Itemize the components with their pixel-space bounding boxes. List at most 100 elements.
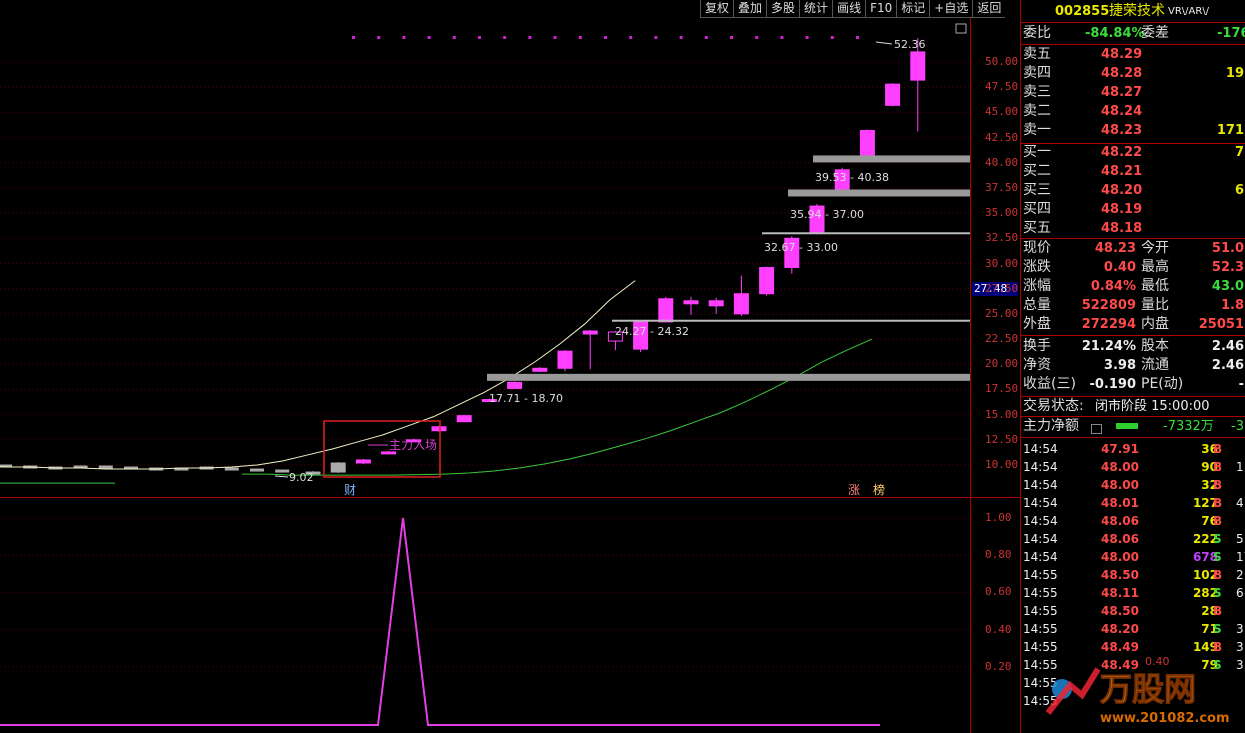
tick-price: 48.50 [1101,568,1139,582]
stats-value: 0.84% [1090,279,1136,294]
toolbar-button[interactable]: 复权 [700,0,734,18]
bang-marker: 榜 [873,482,885,497]
bids-price: 48.20 [1101,183,1143,198]
chart-toolbar: 复权 叠加 多股 统计 画线 F10 标记 +自选 返回 [700,0,1006,18]
fund-value2: 2.46 [1211,339,1244,354]
indicator-chart[interactable] [0,498,970,733]
trade-tick-row: 14:54 47.91 36 B [1021,440,1245,458]
stats-label: 涨幅 [1023,278,1051,294]
tick-price: 48.06 [1101,514,1139,528]
trade-tick-row: 14:55 48.50 28 B [1021,602,1245,620]
bids-label: 买二 [1023,163,1051,179]
trade-tick-row: 14:54 48.06 76 B [1021,512,1245,530]
bids-price: 48.21 [1101,164,1143,179]
low-label: 9.02 [289,471,314,484]
entry-label: 主力入场 [389,438,437,452]
signal-dot [704,36,708,39]
main-net-row[interactable]: 主力净额 -7332万 -3 [1021,417,1245,436]
toolbar-button[interactable]: 标记 [896,0,930,18]
tick-time: 14:54 [1023,550,1058,564]
tick-extra: 4 [1236,496,1244,510]
bids-level[interactable]: 买二 48.21 [1021,162,1245,181]
toolbar-button[interactable]: 多股 [766,0,800,18]
main-net-label: 主力净额 [1023,418,1079,434]
support-zone [788,189,970,197]
asks-level[interactable]: 卖五 48.29 [1021,45,1245,64]
signal-dot [402,36,406,39]
toolbar-button[interactable]: 叠加 [733,0,767,18]
price-tick-label: 40.00 [985,155,1019,169]
trade-tick-row: 14:55 48.50 102 B 2 [1021,566,1245,584]
asks-price: 48.23 [1101,123,1143,138]
stats-row: 涨跌 0.40 最高 52.3 [1021,258,1245,277]
tick-extra: 3 [1236,640,1244,654]
price-tick-label: 42.50 [985,130,1019,144]
low-pointer [274,475,289,478]
toolbar-button[interactable]: F10 [865,0,897,18]
bids-label: 买四 [1023,201,1051,217]
tick-time: 14:55 [1023,568,1058,582]
stats-row: 总量 522809 量比 1.8 [1021,296,1245,315]
weibi-row: 委比 -84.84% 委差 -176 [1021,24,1245,43]
kline-chart[interactable]: 39.53 - 40.38 35.94 - 37.00 32.67 - 33.00 2… [0,18,970,498]
candle-body [456,415,472,423]
asks-level[interactable]: 卖四 48.28 19 [1021,64,1245,83]
zhang-marker: 涨 [848,482,860,497]
indicator-tick-label: 0.60 [985,585,1012,599]
signal-dot [604,36,607,39]
indicator-tick-label: 1.00 [985,511,1012,524]
bids-level[interactable]: 买一 48.22 7 [1021,143,1245,162]
bids-label: 买一 [1023,144,1051,160]
bids-level[interactable]: 买三 48.20 6 [1021,181,1245,200]
doc-icon[interactable] [1091,424,1102,434]
signal-dot [452,36,456,39]
stats-label: 外盘 [1023,316,1051,332]
signal-dot [528,36,532,39]
asks-volume: 19 [1225,66,1244,81]
zone-label: 35.94 - 37.00 [790,208,864,221]
flat-candle [224,467,239,471]
stats-row: 涨幅 0.84% 最低 43.0 [1021,277,1245,296]
stats-label2: 内盘 [1141,316,1169,332]
cai-marker: 财 [344,483,356,497]
candle-body [885,83,901,106]
signal-dot [352,36,355,39]
support-zone [762,232,970,235]
fund-value2: 2.46 [1211,358,1244,373]
flat-candle [250,468,264,472]
asks-level[interactable]: 卖三 48.27 [1021,83,1245,102]
stats-value: 48.23 [1094,241,1136,256]
stock-header[interactable]: 002855 捷荣技术 VR\/AR\/ [1021,2,1245,21]
stats-label: 总量 [1023,297,1051,313]
stock-code: 002855 [1055,4,1110,19]
toolbar-button[interactable]: 返回 [972,0,1006,18]
tick-time: 14:55 [1023,586,1058,600]
toolbar-button[interactable]: 画线 [832,0,866,18]
asks-level[interactable]: 卖二 48.24 [1021,102,1245,121]
tick-price: 48.49 [1101,658,1139,672]
signal-dot [478,36,481,39]
indicator-tick-label: 0.20 [985,659,1012,673]
tick-time: 14:55 [1023,694,1058,708]
tick-price: 48.00 [1101,550,1139,564]
asks-price: 48.29 [1101,47,1143,62]
chart-settings-icon[interactable] [955,23,967,34]
bids-level[interactable]: 买四 48.19 [1021,200,1245,219]
signal-dot [830,36,834,39]
fund-row: 净资 3.98 流通 2.46 [1021,356,1245,375]
bids-level[interactable]: 买五 48.18 [1021,219,1245,238]
signal-dot [427,36,431,39]
stats-row: 现价 48.23 今开 51.0 [1021,239,1245,258]
stats-label2: 量比 [1141,297,1169,313]
bids-price: 48.22 [1101,145,1143,160]
stats-label: 现价 [1023,240,1051,256]
asks-label: 卖四 [1023,65,1051,81]
toolbar-button[interactable]: 统计 [799,0,833,18]
fund-value: 3.98 [1103,358,1136,373]
stats-label: 涨跌 [1023,259,1051,275]
toolbar-button[interactable]: +自选 [929,0,973,18]
candle-body [658,298,674,323]
candle-body [557,350,573,369]
stock-tags: VR\/AR\/ [1168,6,1210,17]
asks-level[interactable]: 卖一 48.23 171 [1021,121,1245,140]
